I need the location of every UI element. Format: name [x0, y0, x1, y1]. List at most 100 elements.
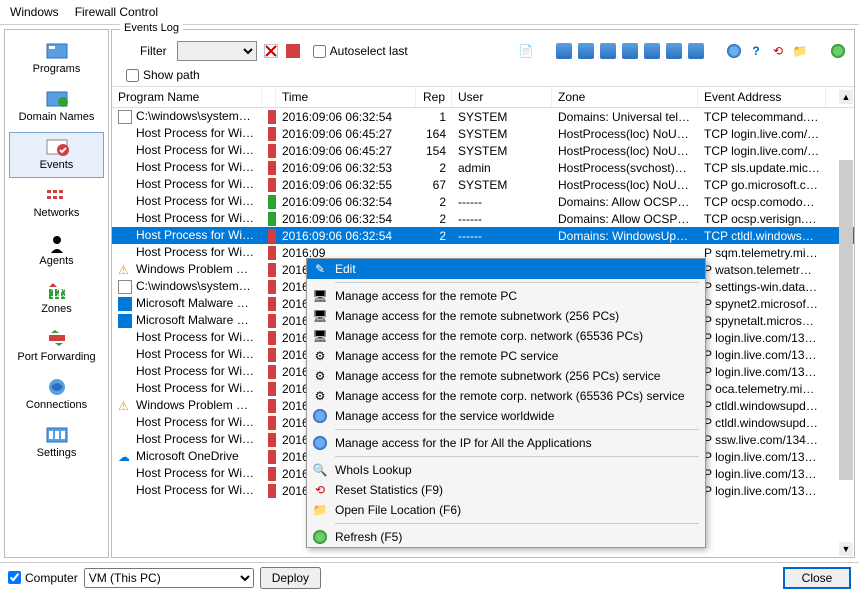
new-rule-icon[interactable]: 📄 — [518, 43, 534, 59]
cell-zone: HostProcess(loc) NoUp… — [552, 144, 698, 158]
pc2-icon[interactable] — [578, 43, 594, 59]
event-row[interactable]: C:\windows\system…2016:09:06 06:32:541SY… — [112, 108, 854, 125]
close-button[interactable]: Close — [783, 567, 851, 589]
sidebar-item-label: Domain Names — [19, 111, 95, 123]
menu-item-manage-access-for-the-remote-c[interactable]: 🖥Manage access for the remote corp. netw… — [307, 326, 705, 346]
cell-addr: P login.live.com/13… — [698, 348, 826, 362]
sidebar-item-settings[interactable]: Settings — [9, 420, 104, 466]
menu-item-manage-access-for-the-remote-s[interactable]: 🖥Manage access for the remote subnetwork… — [307, 306, 705, 326]
menu-item-manage-access-for-the-remote-p[interactable]: 🖥Manage access for the remote PC — [307, 286, 705, 306]
cell-program: Host Process for Wi… — [112, 330, 262, 345]
col-time[interactable]: Time — [276, 87, 416, 107]
outgoing-icon — [268, 484, 276, 498]
program-icon — [118, 212, 134, 226]
deploy-button[interactable]: Deploy — [260, 567, 321, 589]
menu-item-refresh-f5-[interactable]: Refresh (F5) — [307, 527, 705, 547]
event-row[interactable]: Host Process for Wi…2016:09:06 06:45:271… — [112, 125, 854, 142]
cell-direction — [262, 229, 276, 243]
sidebar-item-networks[interactable]: Networks — [9, 180, 104, 226]
cell-program: Host Process for Wi… — [112, 177, 262, 192]
cell-direction — [262, 246, 276, 260]
help-icon[interactable]: ? — [748, 43, 764, 59]
event-row[interactable]: Host Process for Wi…2016:09:06 06:32:542… — [112, 227, 854, 244]
settings-icon — [43, 425, 71, 445]
outgoing-icon — [268, 382, 276, 396]
outgoing-icon — [268, 399, 276, 413]
scroll-down-arrow[interactable]: ▼ — [839, 542, 853, 556]
col-user[interactable]: User — [452, 87, 552, 107]
cell-addr: TCP login.live.com/13… — [698, 127, 826, 141]
autoselect-checkbox[interactable]: Autoselect last — [313, 44, 408, 58]
menu-item-manage-access-for-the-service-[interactable]: Manage access for the service worldwide — [307, 406, 705, 426]
menu-separator — [335, 523, 699, 524]
reset-stats-icon[interactable]: ⟲ — [770, 43, 786, 59]
sidebar-item-programs[interactable]: Programs — [9, 36, 104, 82]
menu-item-reset-statistics-f9-[interactable]: ⟲Reset Statistics (F9) — [307, 480, 705, 500]
cell-addr: P spynet2.microsof… — [698, 297, 826, 311]
cell-program: Host Process for Wi… — [112, 432, 262, 447]
event-row[interactable]: Host Process for Wi…2016:09:06 06:45:271… — [112, 142, 854, 159]
menu-item-edit[interactable]: ✎Edit — [307, 259, 705, 279]
event-row[interactable]: Host Process for Wi…2016:09:06 06:32:542… — [112, 210, 854, 227]
sidebar-item-domain-names[interactable]: Domain Names — [9, 84, 104, 130]
col-event-address[interactable]: Event Address — [698, 87, 826, 107]
cell-addr: TCP ocsp.comodoca.c… — [698, 195, 826, 209]
col-program-name[interactable]: Program Name — [112, 87, 262, 107]
cell-program: Host Process for Wi… — [112, 415, 262, 430]
sidebar-item-zones[interactable]: 123Zones — [9, 276, 104, 322]
menu-item-open-file-location-f6-[interactable]: 📁Open File Location (F6) — [307, 500, 705, 520]
cell-addr: TCP sls.update.micros… — [698, 161, 826, 175]
pc6-icon[interactable] — [666, 43, 682, 59]
show-path-checkbox[interactable]: Show path — [126, 68, 846, 82]
scroll-up-arrow[interactable]: ▲ — [839, 90, 853, 104]
menu-item-manage-access-for-the-remote-s[interactable]: ⚙Manage access for the remote subnetwork… — [307, 366, 705, 386]
cell-rep: 2 — [416, 212, 452, 226]
computer-select[interactable]: VM (This PC) — [84, 568, 254, 588]
outgoing-icon — [268, 365, 276, 379]
event-row[interactable]: Host Process for Wi…2016:09:06 06:32:556… — [112, 176, 854, 193]
cell-direction — [262, 297, 276, 311]
pc7-icon[interactable] — [688, 43, 704, 59]
pc3-icon[interactable] — [600, 43, 616, 59]
sidebar-item-agents[interactable]: Agents — [9, 228, 104, 274]
outgoing-icon — [268, 178, 276, 192]
clear-filter-icon[interactable] — [263, 43, 279, 59]
outgoing-icon — [268, 229, 276, 243]
menu-item-label: Manage access for the service worldwide — [335, 409, 554, 423]
events-toolbar: Filter Autoselect last 📄 ? ⟲ 📁 — [112, 30, 854, 68]
menu-item-manage-access-for-the-ip-for-a[interactable]: Manage access for the IP for All the App… — [307, 433, 705, 453]
computer-checkbox[interactable]: Computer — [8, 571, 78, 585]
pc1-icon[interactable] — [556, 43, 572, 59]
menu-separator — [335, 282, 699, 283]
menu-item-manage-access-for-the-remote-c[interactable]: ⚙Manage access for the remote corp. netw… — [307, 386, 705, 406]
event-row[interactable]: Host Process for Wi…2016:09:06 06:32:542… — [112, 193, 854, 210]
refresh-icon[interactable] — [830, 43, 846, 59]
filter-select[interactable] — [177, 41, 257, 61]
outgoing-icon — [268, 280, 276, 294]
col-rep[interactable]: Rep — [416, 87, 452, 107]
cell-rep: 1 — [416, 110, 452, 124]
delete-filter-icon[interactable] — [285, 43, 301, 59]
menu-item-manage-access-for-the-remote-p[interactable]: ⚙Manage access for the remote PC service — [307, 346, 705, 366]
col-direction[interactable] — [262, 87, 276, 107]
pc4-icon[interactable] — [622, 43, 638, 59]
sidebar-item-connections[interactable]: Connections — [9, 372, 104, 418]
scrollbar-thumb[interactable] — [839, 160, 853, 480]
menu-item-label: Refresh (F5) — [335, 530, 402, 544]
cell-program: Host Process for Wi… — [112, 143, 262, 158]
cell-direction — [262, 467, 276, 481]
context-menu: ✎Edit🖥Manage access for the remote PC🖥Ma… — [306, 258, 706, 548]
pc5-icon[interactable] — [644, 43, 660, 59]
open-folder-icon[interactable]: 📁 — [792, 43, 808, 59]
sidebar-item-events[interactable]: Events — [9, 132, 104, 178]
cell-program: Host Process for Wi… — [112, 228, 262, 243]
globe-icon[interactable] — [726, 43, 742, 59]
filter-label: Filter — [140, 44, 167, 58]
events-icon — [43, 137, 71, 157]
sidebar-item-port-forwarding[interactable]: Port Forwarding — [9, 324, 104, 370]
program-icon — [118, 314, 134, 328]
cell-time: 2016:09:06 06:32:54 — [276, 195, 416, 209]
menu-item-whois-lookup[interactable]: 🔍WhoIs Lookup — [307, 460, 705, 480]
event-row[interactable]: Host Process for Wi…2016:09:06 06:32:532… — [112, 159, 854, 176]
col-zone[interactable]: Zone — [552, 87, 698, 107]
